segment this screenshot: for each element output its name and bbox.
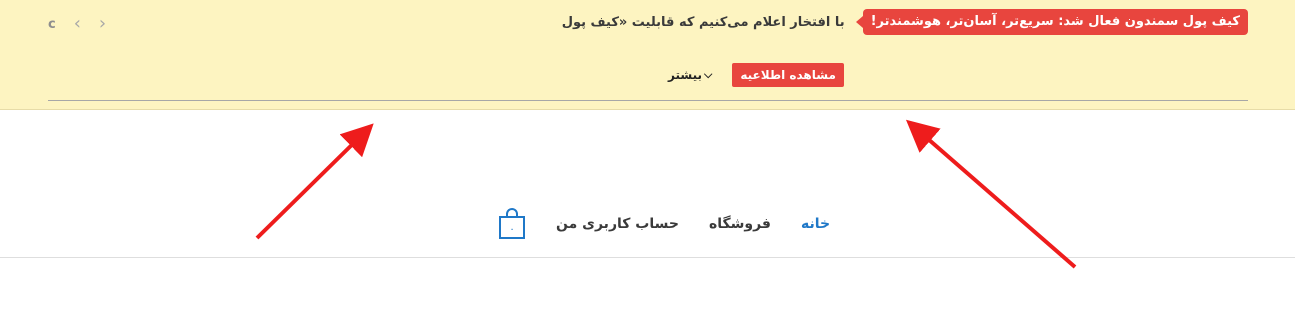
menu-item-account[interactable]: حساب کاربری من — [556, 216, 679, 232]
chevron-left-icon[interactable]: ‹ — [74, 14, 81, 34]
announcement-bar: c ‹ › کیف پول سمندون فعال شد: سریع‌تر، آ… — [0, 0, 1295, 110]
announcement-actions: ⌵ بیشتر مشاهده اطلاعیه — [668, 63, 844, 87]
announcement-badge: کیف پول سمندون فعال شد: سریع‌تر، آسان‌تر… — [855, 9, 1248, 35]
announcement-pager: c ‹ › — [48, 14, 106, 34]
red-arrow-icon — [255, 123, 374, 240]
more-link-label: بیشتر — [668, 68, 702, 82]
announcement-text: با افتخار اعلام می‌کنیم که قابلیت «کیف پ… — [561, 14, 845, 30]
more-link[interactable]: ⌵ بیشتر — [668, 68, 712, 82]
menu-item-shop[interactable]: فروشگاه — [709, 216, 771, 232]
red-arrow-icon — [905, 119, 1077, 269]
view-announcement-button[interactable]: مشاهده اطلاعیه — [732, 63, 844, 87]
shopping-bag-icon[interactable]: ۰ — [498, 208, 526, 240]
announcement-divider — [48, 100, 1248, 101]
chevron-right-icon[interactable]: › — [99, 14, 106, 34]
menu-item-home[interactable]: خانه — [801, 216, 830, 232]
cart-count: ۰ — [509, 224, 514, 235]
chevron-down-icon: ⌵ — [703, 68, 713, 81]
main-menu: ۰ حساب کاربری من فروشگاه خانه — [498, 207, 830, 241]
announcement-counter: c — [48, 16, 56, 32]
announcement-headline: کیف پول سمندون فعال شد: سریع‌تر، آسان‌تر… — [562, 9, 1248, 35]
menu-divider — [0, 257, 1295, 258]
